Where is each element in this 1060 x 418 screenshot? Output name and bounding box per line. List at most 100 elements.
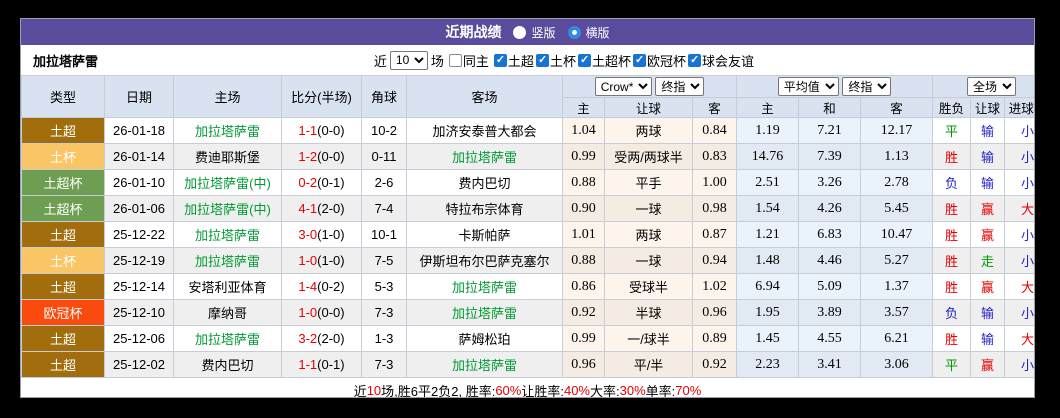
summary-stats: 近 10 场,胜6平2负2, 胜率: 60% 让胜率: 40% 大率: 30% 单率: 70… (21, 378, 1034, 398)
corner-cell: 10-1 (361, 221, 407, 248)
results-table: 类型 日期 主场 比分(半场) 角球 客场 Crow* 终指 平均值 终指 全场 (21, 75, 1034, 378)
vertical-radio-label: 竖版 (531, 25, 556, 40)
handicap-cell: 一/球半 (604, 325, 693, 352)
home-team-cell: 加拉塔萨雷 (173, 117, 282, 144)
competition-option[interactable]: 欧冠杯 (631, 51, 686, 70)
avg-away-cell: 3.06 (859, 351, 934, 378)
home-team-cell: 安塔利亚体育 (173, 273, 282, 300)
score-cell: 1-2(0-0) (281, 143, 362, 170)
corner-cell: 1-3 (361, 325, 407, 352)
summary-segment: 40% (563, 383, 590, 398)
col-header-odds-away: 客 (692, 97, 737, 118)
result-cell: 胜 (932, 247, 972, 274)
match-type-cell: 土杯 (21, 247, 105, 274)
table-row: 土超 25-12-02 费内巴切 1-1(0-1) 7-3 加拉塔萨雷 0.96 平/半 0.9… (21, 351, 1034, 378)
avg-draw-cell: 6.83 (798, 221, 861, 248)
goals-cell: 大 (1004, 195, 1034, 222)
home-odds-cell: 0.99 (562, 143, 605, 170)
home-odds-cell: 0.92 (562, 299, 605, 326)
match-type-cell: 土超 (21, 325, 105, 352)
recent-count-select[interactable]: 10 (389, 50, 428, 70)
competition-label: 球会友谊 (701, 53, 754, 69)
col-header-type: 类型 (21, 75, 105, 118)
filter-bar: 加拉塔萨雷 近 10 场 同主 土超 土杯 土超杯 欧冠杯 球会友谊 (21, 45, 1034, 75)
competition-option[interactable]: 土超 (492, 51, 534, 70)
col-header-avg-home: 主 (736, 97, 799, 118)
match-date-cell: 26-01-14 (104, 143, 174, 170)
avg-draw-cell: 5.09 (798, 273, 861, 300)
competition-option[interactable]: 球会友谊 (686, 51, 754, 70)
away-odds-cell: 0.83 (692, 143, 737, 170)
score-cell: 1-1(0-0) (281, 117, 362, 144)
table-row: 土超 25-12-06 加拉塔萨雷 3-2(2-0) 1-3 萨姆松珀 0.99 一/球半 0.… (21, 325, 1034, 352)
away-team-cell: 伊斯坦布尔巴萨克塞尔 (406, 247, 563, 274)
competition-checkbox[interactable] (535, 53, 549, 67)
handicap-cell: 一球 (604, 247, 693, 274)
summary-segment: 30% (619, 383, 646, 398)
avg-select[interactable]: 平均值 (777, 77, 839, 96)
competition-option[interactable]: 土超杯 (576, 51, 631, 70)
goals-cell: 大 (1004, 325, 1034, 352)
home-odds-cell: 1.04 (562, 117, 605, 144)
handicap-cell: 两球 (604, 117, 693, 144)
score-cell: 3-0(1-0) (281, 221, 362, 248)
result-cell: 负 (932, 299, 972, 326)
handicap-result-cell: 输 (970, 143, 1006, 170)
avg-away-cell: 5.27 (859, 247, 934, 274)
horizontal-radio[interactable] (567, 25, 581, 39)
corner-cell: 2-6 (361, 169, 407, 196)
layout-horizontal-option[interactable]: 横版 (567, 24, 610, 41)
handicap-cell: 受两/两球半 (604, 143, 693, 170)
away-team-cell: 加拉塔萨雷 (406, 143, 563, 170)
away-team-cell: 萨姆松珀 (406, 325, 563, 352)
match-date-cell: 25-12-19 (104, 247, 174, 274)
avg-stage-select[interactable]: 终指 (842, 77, 892, 96)
home-odds-cell: 0.99 (562, 325, 605, 352)
odds-company-select[interactable]: Crow* (594, 77, 652, 96)
competition-checkbox[interactable] (632, 53, 646, 67)
goals-cell: 小 (1004, 169, 1034, 196)
avg-home-cell: 1.48 (736, 247, 799, 274)
summary-segment: 近 (353, 384, 367, 398)
col-header-avg-draw: 和 (798, 97, 861, 118)
table-row: 土杯 26-01-14 费迪耶斯堡 1-2(0-0) 0-11 加拉塔萨雷 0.99 受两/两… (21, 143, 1034, 170)
handicap-cell: 两球 (604, 221, 693, 248)
scope-select[interactable]: 全场 (967, 77, 1017, 96)
competition-checkbox[interactable] (493, 53, 507, 67)
summary-segment: 10 (366, 383, 382, 398)
away-team-cell: 加济安泰普大都会 (406, 117, 563, 144)
avg-home-cell: 1.45 (736, 325, 799, 352)
layout-vertical-option[interactable]: 竖版 (513, 24, 556, 41)
away-team-cell: 加拉塔萨雷 (406, 273, 563, 300)
away-team-cell: 加拉塔萨雷 (406, 351, 563, 378)
same-home-label: 同主 (462, 53, 489, 69)
vertical-radio[interactable] (513, 25, 527, 39)
avg-draw-cell: 3.41 (798, 351, 861, 378)
result-cell: 平 (932, 117, 972, 144)
competition-option[interactable]: 土杯 (534, 51, 576, 70)
goals-cell: 小 (1004, 247, 1034, 274)
same-home-option[interactable]: 同主 (447, 51, 489, 70)
summary-segment: 场,胜6平2负2, 胜率: (381, 384, 496, 398)
competition-checkbox[interactable] (577, 53, 591, 67)
away-team-cell: 卡斯帕萨 (406, 221, 563, 248)
same-home-checkbox[interactable] (448, 53, 462, 67)
table-row: 土超 25-12-14 安塔利亚体育 1-4(0-2) 5-3 加拉塔萨雷 0.86 受球半 1… (21, 273, 1034, 300)
avg-draw-cell: 7.39 (798, 143, 861, 170)
avg-away-cell: 5.45 (859, 195, 934, 222)
goals-cell: 小 (1004, 117, 1034, 144)
col-header-home: 主场 (173, 75, 282, 118)
match-date-cell: 26-01-06 (104, 195, 174, 222)
competition-label: 欧冠杯 (646, 53, 686, 69)
avg-away-cell: 2.78 (859, 169, 934, 196)
col-header-odds-home: 主 (562, 97, 605, 118)
odds-stage-select[interactable]: 终指 (655, 77, 705, 96)
avg-home-cell: 1.54 (736, 195, 799, 222)
away-odds-cell: 0.87 (692, 221, 737, 248)
recent-label: 近 (373, 53, 387, 69)
home-odds-cell: 0.86 (562, 273, 605, 300)
avg-away-cell: 12.17 (859, 117, 934, 144)
goals-cell: 小 (1004, 221, 1034, 248)
competition-checkbox[interactable] (687, 53, 701, 67)
away-odds-cell: 0.84 (692, 117, 737, 144)
